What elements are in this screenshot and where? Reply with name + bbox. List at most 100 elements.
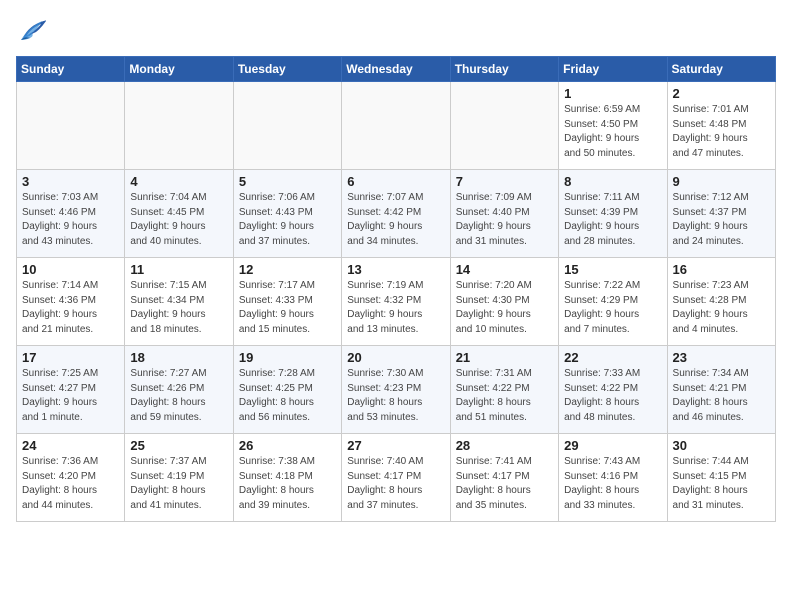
day-info: Sunrise: 7:19 AM Sunset: 4:32 PM Dayligh…: [347, 279, 444, 337]
day-info: Sunrise: 7:33 AM Sunset: 4:22 PM Dayligh…: [564, 367, 661, 425]
calendar-cell: 29 Sunrise: 7:43 AM Sunset: 4:16 PM Dayli…: [559, 434, 667, 522]
page-container: SundayMondayTuesdayWednesdayThursdayFrid…: [0, 0, 792, 532]
calendar-cell: 9 Sunrise: 7:12 AM Sunset: 4:37 PM Daylig…: [667, 170, 775, 258]
calendar-cell: 6Sunrise: 7:07 AM Sunset: 4:42 PM Daylig…: [342, 170, 450, 258]
calendar-cell: 22 Sunrise: 7:33 AM Sunset: 4:22 PM Dayli…: [559, 346, 667, 434]
calendar-cell: [233, 82, 341, 170]
calendar-cell: 11 Sunrise: 7:15 AM Sunset: 4:34 PM Dayli…: [125, 258, 233, 346]
day-info: Sunrise: 7:43 AM Sunset: 4:16 PM Dayligh…: [564, 455, 661, 513]
day-number: 20: [347, 350, 444, 365]
calendar-week-row: 10 Sunrise: 7:14 AM Sunset: 4:36 PM Dayli…: [17, 258, 776, 346]
day-number: 28: [456, 438, 553, 453]
day-info: Sunrise: 7:09 AM Sunset: 4:40 PM Dayligh…: [456, 191, 553, 249]
day-number: 26: [239, 438, 336, 453]
calendar-cell: [125, 82, 233, 170]
day-number: 25: [130, 438, 227, 453]
calendar-cell: 1 Sunrise: 6:59 AM Sunset: 4:50 PM Daylig…: [559, 82, 667, 170]
calendar-week-row: 3 Sunrise: 7:03 AM Sunset: 4:46 PM Daylig…: [17, 170, 776, 258]
header: [16, 16, 776, 46]
day-info: Sunrise: 7:22 AM Sunset: 4:29 PM Dayligh…: [564, 279, 661, 337]
day-info: Sunrise: 7:23 AM Sunset: 4:28 PM Dayligh…: [673, 279, 770, 337]
calendar-cell: 25Sunrise: 7:37 AM Sunset: 4:19 PM Dayli…: [125, 434, 233, 522]
day-info: Sunrise: 7:27 AM Sunset: 4:26 PM Dayligh…: [130, 367, 227, 425]
day-number: 19: [239, 350, 336, 365]
calendar-cell: 28 Sunrise: 7:41 AM Sunset: 4:17 PM Dayli…: [450, 434, 558, 522]
calendar-cell: [17, 82, 125, 170]
day-number: 27: [347, 438, 444, 453]
day-info: Sunrise: 7:11 AM Sunset: 4:39 PM Dayligh…: [564, 191, 661, 249]
day-info: Sunrise: 7:03 AM Sunset: 4:46 PM Dayligh…: [22, 191, 119, 249]
day-info: Sunrise: 7:25 AM Sunset: 4:27 PM Dayligh…: [22, 367, 119, 425]
day-info: Sunrise: 7:44 AM Sunset: 4:15 PM Dayligh…: [673, 455, 770, 513]
calendar-cell: 23 Sunrise: 7:34 AM Sunset: 4:21 PM Dayli…: [667, 346, 775, 434]
day-number: 12: [239, 262, 336, 277]
calendar-col-tuesday: Tuesday: [233, 57, 341, 82]
day-number: 15: [564, 262, 661, 277]
calendar-table: SundayMondayTuesdayWednesdayThursdayFrid…: [16, 56, 776, 522]
calendar-cell: [450, 82, 558, 170]
calendar-cell: 16 Sunrise: 7:23 AM Sunset: 4:28 PM Dayli…: [667, 258, 775, 346]
calendar-col-thursday: Thursday: [450, 57, 558, 82]
calendar-cell: 30 Sunrise: 7:44 AM Sunset: 4:15 PM Dayli…: [667, 434, 775, 522]
day-info: Sunrise: 7:07 AM Sunset: 4:42 PM Dayligh…: [347, 191, 444, 249]
day-info: Sunrise: 7:41 AM Sunset: 4:17 PM Dayligh…: [456, 455, 553, 513]
calendar-cell: 19 Sunrise: 7:28 AM Sunset: 4:25 PM Dayli…: [233, 346, 341, 434]
day-info: Sunrise: 7:30 AM Sunset: 4:23 PM Dayligh…: [347, 367, 444, 425]
calendar-cell: 17Sunrise: 7:25 AM Sunset: 4:27 PM Dayli…: [17, 346, 125, 434]
day-info: Sunrise: 7:15 AM Sunset: 4:34 PM Dayligh…: [130, 279, 227, 337]
day-number: 16: [673, 262, 770, 277]
calendar-cell: 2Sunrise: 7:01 AM Sunset: 4:48 PM Daylig…: [667, 82, 775, 170]
day-number: 13: [347, 262, 444, 277]
day-number: 5: [239, 174, 336, 189]
logo-icon: [16, 16, 46, 46]
calendar-col-sunday: Sunday: [17, 57, 125, 82]
day-number: 9: [673, 174, 770, 189]
day-number: 30: [673, 438, 770, 453]
day-info: Sunrise: 7:36 AM Sunset: 4:20 PM Dayligh…: [22, 455, 119, 513]
day-info: Sunrise: 7:06 AM Sunset: 4:43 PM Dayligh…: [239, 191, 336, 249]
day-number: 8: [564, 174, 661, 189]
calendar-cell: 24 Sunrise: 7:36 AM Sunset: 4:20 PM Dayli…: [17, 434, 125, 522]
day-info: Sunrise: 6:59 AM Sunset: 4:50 PM Dayligh…: [564, 103, 661, 161]
calendar-cell: 7 Sunrise: 7:09 AM Sunset: 4:40 PM Daylig…: [450, 170, 558, 258]
day-number: 2: [673, 86, 770, 101]
day-info: Sunrise: 7:38 AM Sunset: 4:18 PM Dayligh…: [239, 455, 336, 513]
day-number: 1: [564, 86, 661, 101]
day-info: Sunrise: 7:12 AM Sunset: 4:37 PM Dayligh…: [673, 191, 770, 249]
calendar-week-row: 1 Sunrise: 6:59 AM Sunset: 4:50 PM Daylig…: [17, 82, 776, 170]
day-info: Sunrise: 7:34 AM Sunset: 4:21 PM Dayligh…: [673, 367, 770, 425]
calendar-cell: 12 Sunrise: 7:17 AM Sunset: 4:33 PM Dayli…: [233, 258, 341, 346]
day-info: Sunrise: 7:40 AM Sunset: 4:17 PM Dayligh…: [347, 455, 444, 513]
day-number: 29: [564, 438, 661, 453]
day-number: 14: [456, 262, 553, 277]
calendar-cell: 5 Sunrise: 7:06 AM Sunset: 4:43 PM Daylig…: [233, 170, 341, 258]
calendar-cell: 15 Sunrise: 7:22 AM Sunset: 4:29 PM Dayli…: [559, 258, 667, 346]
day-number: 4: [130, 174, 227, 189]
day-info: Sunrise: 7:28 AM Sunset: 4:25 PM Dayligh…: [239, 367, 336, 425]
calendar-header-row: SundayMondayTuesdayWednesdayThursdayFrid…: [17, 57, 776, 82]
calendar-week-row: 24 Sunrise: 7:36 AM Sunset: 4:20 PM Dayli…: [17, 434, 776, 522]
day-number: 11: [130, 262, 227, 277]
day-info: Sunrise: 7:20 AM Sunset: 4:30 PM Dayligh…: [456, 279, 553, 337]
calendar-cell: 14 Sunrise: 7:20 AM Sunset: 4:30 PM Dayli…: [450, 258, 558, 346]
day-number: 10: [22, 262, 119, 277]
day-number: 21: [456, 350, 553, 365]
calendar-cell: 26 Sunrise: 7:38 AM Sunset: 4:18 PM Dayli…: [233, 434, 341, 522]
calendar-cell: 4 Sunrise: 7:04 AM Sunset: 4:45 PM Daylig…: [125, 170, 233, 258]
day-number: 23: [673, 350, 770, 365]
day-number: 24: [22, 438, 119, 453]
calendar-cell: 27 Sunrise: 7:40 AM Sunset: 4:17 PM Dayli…: [342, 434, 450, 522]
day-number: 22: [564, 350, 661, 365]
day-info: Sunrise: 7:14 AM Sunset: 4:36 PM Dayligh…: [22, 279, 119, 337]
day-number: 3: [22, 174, 119, 189]
calendar-cell: 3 Sunrise: 7:03 AM Sunset: 4:46 PM Daylig…: [17, 170, 125, 258]
calendar-cell: [342, 82, 450, 170]
calendar-col-wednesday: Wednesday: [342, 57, 450, 82]
calendar-cell: 13 Sunrise: 7:19 AM Sunset: 4:32 PM Dayli…: [342, 258, 450, 346]
day-number: 7: [456, 174, 553, 189]
calendar-cell: 20 Sunrise: 7:30 AM Sunset: 4:23 PM Dayli…: [342, 346, 450, 434]
day-info: Sunrise: 7:17 AM Sunset: 4:33 PM Dayligh…: [239, 279, 336, 337]
calendar-week-row: 17Sunrise: 7:25 AM Sunset: 4:27 PM Dayli…: [17, 346, 776, 434]
day-info: Sunrise: 7:04 AM Sunset: 4:45 PM Dayligh…: [130, 191, 227, 249]
calendar-cell: 8 Sunrise: 7:11 AM Sunset: 4:39 PM Daylig…: [559, 170, 667, 258]
